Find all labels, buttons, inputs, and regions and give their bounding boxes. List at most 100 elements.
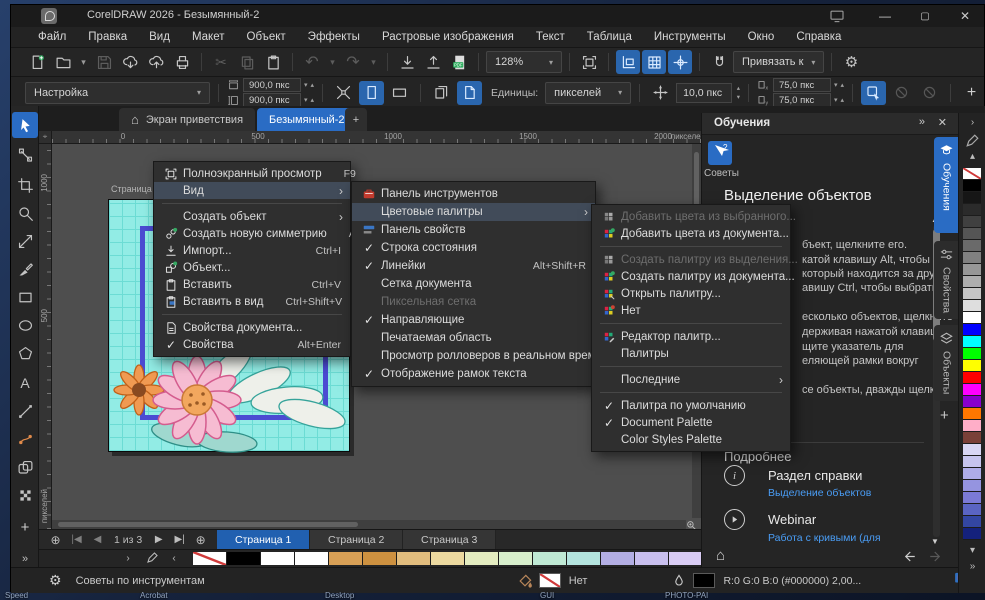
close-button[interactable]: ✕ <box>948 5 982 27</box>
preset-select[interactable]: Настройка▾ <box>25 82 210 104</box>
page-width-field[interactable]: 900,0 пкс <box>243 78 301 92</box>
color-swatch[interactable] <box>567 552 601 565</box>
dimension-tool[interactable] <box>12 228 38 254</box>
paste-button[interactable] <box>261 50 285 74</box>
previous-page-button[interactable]: ◀ <box>87 534 108 545</box>
landscape-button[interactable] <box>387 81 412 105</box>
artistic-media-tool[interactable] <box>12 426 38 452</box>
menubar-item-8[interactable]: Текст <box>525 27 576 48</box>
scroll-down-icon[interactable]: ▼ <box>931 537 939 546</box>
menubar-item-4[interactable]: Макет <box>181 27 236 48</box>
status-gear-icon[interactable]: ⚙ <box>49 572 62 589</box>
spin-down-icon[interactable]: ▾ <box>737 93 740 101</box>
menu-item[interactable]: Объект... <box>154 259 350 276</box>
menubar-item-1[interactable]: Файл <box>27 27 77 48</box>
palette-scroll-right-icon[interactable]: ‹ <box>163 553 185 564</box>
pick-tool[interactable] <box>12 112 38 138</box>
snap-to-select[interactable]: Привязать к▾ <box>733 51 824 73</box>
minimize-button[interactable]: — <box>868 5 902 27</box>
menu-item[interactable]: Вставить в видCtrl+Shift+V <box>154 293 350 310</box>
color-swatch[interactable] <box>635 552 669 565</box>
color-swatch[interactable] <box>963 240 981 252</box>
all-pages-button[interactable] <box>429 81 454 105</box>
menubar-item-9[interactable]: Таблица <box>576 27 643 48</box>
snap-magnet-icon[interactable] <box>707 50 731 74</box>
color-swatch[interactable] <box>963 348 981 360</box>
menu-item[interactable]: Создать объект› <box>154 208 350 225</box>
page-tab-3[interactable]: Страница 3 <box>403 530 496 550</box>
add-page-after-button[interactable]: ⊕ <box>190 533 211 547</box>
color-swatch[interactable] <box>963 444 981 456</box>
tab-document[interactable]: Безымянный-2 <box>257 108 357 131</box>
next-page-button[interactable]: ▶ <box>148 534 169 545</box>
desktop-icon-label[interactable]: Speed <box>5 591 28 600</box>
menu-item[interactable]: Просмотр ролловеров в реальном времени <box>352 347 595 365</box>
color-swatch[interactable] <box>963 336 981 348</box>
color-swatch[interactable] <box>963 492 981 504</box>
color-swatch[interactable] <box>363 552 397 565</box>
palette-scroll-down-icon[interactable]: ▾ <box>959 545 985 556</box>
menubar-item-11[interactable]: Окно <box>737 27 786 48</box>
transparency-tool[interactable] <box>12 454 38 480</box>
no-color-swatch[interactable] <box>963 168 981 180</box>
color-swatch[interactable] <box>329 552 363 565</box>
menu-item[interactable]: ✓Палитра по умолчанию <box>592 397 790 414</box>
no-color-swatch[interactable] <box>193 552 227 565</box>
ellipse-tool[interactable] <box>12 312 38 338</box>
color-swatch[interactable] <box>669 552 703 565</box>
text-tool[interactable]: A <box>12 370 38 396</box>
eyedropper-icon[interactable] <box>965 133 980 148</box>
print-button[interactable] <box>170 50 194 74</box>
color-swatch[interactable] <box>963 456 981 468</box>
menu-item[interactable]: Нет <box>592 302 790 319</box>
help-link[interactable]: Выделение объектов <box>768 487 871 499</box>
color-swatch[interactable] <box>963 384 981 396</box>
add-control-button[interactable]: + <box>959 81 984 105</box>
menu-item[interactable]: Палитры <box>592 345 790 362</box>
last-page-button[interactable]: ▶| <box>169 534 190 545</box>
open-button[interactable] <box>51 50 75 74</box>
open-dropdown-icon[interactable]: ▾ <box>77 50 90 74</box>
page-height-field[interactable]: 900,0 пкс <box>243 93 301 107</box>
desktop-icon-label[interactable]: PHOTO-PAI <box>665 591 708 600</box>
crop-tool[interactable] <box>12 172 38 198</box>
docker-tab-properties[interactable]: Свойства <box>934 241 959 319</box>
menubar-item-5[interactable]: Объект <box>236 27 297 48</box>
shape-tool[interactable] <box>12 142 38 168</box>
color-swatch[interactable] <box>963 528 981 540</box>
docker-back-button[interactable] <box>902 549 917 569</box>
publish-pdf-button[interactable]: PDF <box>447 50 471 74</box>
menu-item[interactable]: Вид› <box>154 182 350 199</box>
duplicate-y-field[interactable]: 75,0 пкс <box>773 93 831 107</box>
menubar-item-3[interactable]: Вид <box>138 27 181 48</box>
color-swatch[interactable] <box>963 252 981 264</box>
spin-down-icon[interactable]: ▾ <box>304 81 308 89</box>
menu-item[interactable]: Полноэкранный просмотрF9 <box>154 165 350 182</box>
menu-item[interactable]: Color Styles Palette <box>592 431 790 448</box>
add-docker-button[interactable]: + <box>940 407 949 424</box>
palette-expand-icon[interactable]: » <box>959 561 985 572</box>
color-swatch[interactable] <box>963 324 981 336</box>
canvas-zoom-icon[interactable] <box>686 518 700 529</box>
menu-item[interactable]: Создать палитру из документа... <box>592 268 790 285</box>
docker-tab-objects[interactable]: Объекты <box>934 325 959 401</box>
import-button[interactable] <box>395 50 419 74</box>
spin-down-icon[interactable]: ▾ <box>834 81 838 89</box>
spin-up-icon[interactable]: ▴ <box>311 96 315 104</box>
color-swatch[interactable] <box>963 312 981 324</box>
color-swatch[interactable] <box>963 288 981 300</box>
menubar-item-7[interactable]: Растровые изображения <box>371 27 525 48</box>
menu-item[interactable]: Создать новую симметриюAlt+S <box>154 225 350 242</box>
line-tool[interactable] <box>12 398 38 424</box>
color-swatch[interactable] <box>397 552 431 565</box>
horizontal-ruler[interactable]: 0500100015002000пикселей <box>52 131 701 144</box>
color-swatch[interactable] <box>963 432 981 444</box>
page-tab-1[interactable]: Страница 1 <box>217 530 310 550</box>
zoom-level-select[interactable]: 128%▾ <box>486 51 562 73</box>
color-swatch[interactable] <box>963 264 981 276</box>
spin-up-icon[interactable]: ▴ <box>311 81 315 89</box>
menubar-item-10[interactable]: Инструменты <box>643 27 737 48</box>
color-swatch[interactable] <box>963 300 981 312</box>
rectangle-tool[interactable] <box>12 284 38 310</box>
treat-as-filled-toggle[interactable] <box>861 81 886 105</box>
